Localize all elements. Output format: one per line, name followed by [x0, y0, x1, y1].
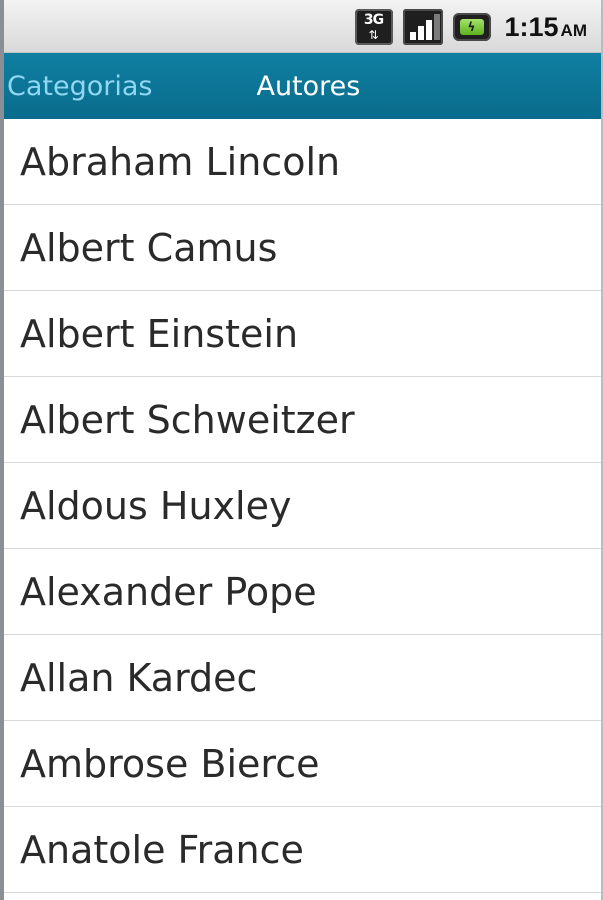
signal-bar	[425, 20, 432, 40]
status-bar: 3G ⇅ ϟ 1:15 AM	[4, 0, 601, 53]
status-icons: 3G ⇅ ϟ 1:15 AM	[354, 7, 588, 47]
list-item[interactable]: Alexander Pope	[4, 549, 601, 635]
author-name: Albert Camus	[20, 225, 278, 270]
author-name: Allan Kardec	[20, 655, 258, 700]
tab-autores[interactable]: Autores	[256, 71, 360, 102]
list-item[interactable]: Anatole France	[4, 807, 601, 893]
signal-bar	[433, 14, 440, 40]
status-clock: 1:15 AM	[505, 12, 588, 43]
author-name: Albert Schweitzer	[20, 397, 355, 442]
list-item[interactable]: Allan Kardec	[4, 635, 601, 721]
battery-icon: ϟ	[452, 13, 491, 41]
author-name: Abraham Lincoln	[20, 139, 341, 184]
signal-bar	[409, 32, 416, 40]
signal-icon	[402, 9, 443, 45]
list-item[interactable]: Albert Einstein	[4, 291, 601, 377]
list-item[interactable]: Albert Schweitzer	[4, 377, 601, 463]
signal-bar	[417, 26, 424, 40]
list-item[interactable]: Abraham Lincoln	[4, 119, 601, 205]
author-name: Aldous Huxley	[20, 483, 292, 528]
author-name: Alexander Pope	[20, 569, 317, 614]
tab-categorias[interactable]: Categorias	[7, 71, 152, 102]
battery-bolt-icon: ϟ	[467, 20, 476, 34]
list-item[interactable]: Aldous Huxley	[4, 463, 601, 549]
battery-charge-icon: ϟ	[459, 19, 484, 35]
data-arrows-icon: ⇅	[368, 28, 379, 42]
network-type-label: 3G	[363, 12, 384, 28]
clock-time: 1:15	[504, 11, 559, 42]
list-item[interactable]: Ambrose Bierce	[4, 721, 601, 807]
3g-icon: 3G ⇅	[354, 9, 393, 45]
authors-list: Abraham Lincoln Albert Camus Albert Eins…	[4, 119, 601, 893]
author-name: Ambrose Bierce	[20, 741, 320, 786]
list-item[interactable]: Albert Camus	[4, 205, 601, 291]
author-name: Anatole France	[20, 827, 304, 872]
phone-screen: 3G ⇅ ϟ 1:15 AM Categorias Autores Abraham…	[0, 0, 603, 900]
tab-bar: Categorias Autores	[4, 53, 601, 119]
clock-ampm: AM	[560, 20, 587, 40]
author-name: Albert Einstein	[20, 311, 299, 356]
